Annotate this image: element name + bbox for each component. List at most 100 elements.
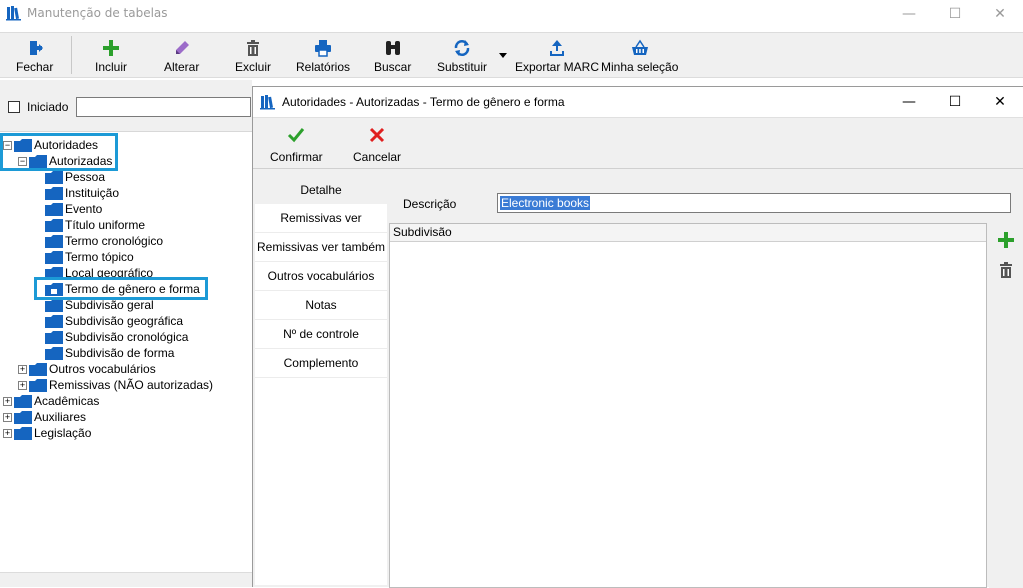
filter-input[interactable] <box>76 97 251 117</box>
trash-icon <box>247 40 259 56</box>
highlight-box-termo-genero <box>34 277 208 300</box>
tree-label: Subdivisão geográfica <box>65 314 184 328</box>
dialog-titlebar: Autoridades - Autorizadas - Termo de gên… <box>253 87 1023 117</box>
relatorios-button[interactable]: Relatórios <box>296 36 350 76</box>
expand-icon[interactable]: + <box>3 396 12 406</box>
category-tree: − Autoridades − Autorizadas Pessoa Insti… <box>0 133 252 587</box>
tree-node-titulo-uniforme[interactable]: Título uniforme <box>45 217 145 233</box>
minha-selecao-label: Minha seleção <box>601 60 679 74</box>
folder-icon <box>29 378 47 392</box>
folder-icon <box>14 426 32 440</box>
dialog-title: Autoridades - Autorizadas - Termo de gên… <box>282 95 565 109</box>
tree-label: Evento <box>65 202 103 216</box>
buscar-button[interactable]: Buscar <box>374 36 411 76</box>
tab-detalhe[interactable]: Detalhe <box>255 175 387 204</box>
incluir-button[interactable]: Incluir <box>95 36 127 76</box>
folder-icon <box>45 170 63 184</box>
filter-bar: Iniciado <box>0 80 252 132</box>
tab-complemento[interactable]: Complemento <box>255 349 387 378</box>
tree-label: Legislação <box>34 426 92 440</box>
tree-horizontal-scrollbar[interactable] <box>0 572 252 587</box>
expand-icon[interactable]: + <box>3 428 12 438</box>
tree-node-subdivisao-forma[interactable]: Subdivisão de forma <box>45 345 174 361</box>
minha-selecao-button[interactable]: Minha seleção <box>601 36 678 76</box>
books-icon <box>6 6 21 21</box>
tree-node-termo-cronologico[interactable]: Termo cronológico <box>45 233 163 249</box>
close-button[interactable]: ✕ <box>977 0 1023 28</box>
descricao-value: Electronic books <box>500 196 591 210</box>
tree-node-termo-topico[interactable]: Termo tópico <box>45 249 134 265</box>
tree-node-remissivas[interactable]: + Remissivas (NÃO autorizadas) <box>18 377 213 393</box>
folder-icon <box>45 186 63 200</box>
folder-icon <box>45 346 63 360</box>
tree-node-academicas[interactable]: + Acadêmicas <box>3 393 99 409</box>
confirmar-button[interactable]: Confirmar <box>270 126 323 164</box>
dialog-toolbar: Confirmar Cancelar <box>253 117 1023 169</box>
grid-actions <box>989 223 1023 588</box>
fechar-label: Fechar <box>16 60 54 74</box>
checkmark-icon <box>288 128 305 143</box>
tree-node-subdivisao-geografica[interactable]: Subdivisão geográfica <box>45 313 183 329</box>
folder-icon <box>45 330 63 344</box>
folder-icon <box>29 362 47 376</box>
tree-label: Remissivas (NÃO autorizadas) <box>49 378 214 392</box>
dialog-minimize-button[interactable]: — <box>886 87 932 117</box>
maximize-button[interactable]: ☐ <box>932 0 978 28</box>
tree-node-outros-vocabularios[interactable]: + Outros vocabulários <box>18 361 156 377</box>
upload-icon <box>550 40 565 56</box>
folder-icon <box>45 250 63 264</box>
expand-icon[interactable]: + <box>18 364 27 374</box>
dialog-maximize-button[interactable]: ☐ <box>932 87 978 117</box>
trash-icon[interactable] <box>997 261 1015 279</box>
incluir-label: Incluir <box>95 60 128 74</box>
tree-node-legislacao[interactable]: + Legislação <box>3 425 91 441</box>
tree-label: Subdivisão cronológica <box>65 330 189 344</box>
tree-node-pessoa[interactable]: Pessoa <box>45 169 105 185</box>
folder-icon <box>14 410 32 424</box>
cancelar-label: Cancelar <box>353 150 402 164</box>
tree-label: Instituição <box>65 186 120 200</box>
dialog-side-tabs: Detalhe Remissivas ver Remissivas ver ta… <box>255 175 387 585</box>
tab-outros-vocabularios[interactable]: Outros vocabulários <box>255 262 387 291</box>
alterar-button[interactable]: Alterar <box>164 36 199 76</box>
tree-node-subdivisao-cronologica[interactable]: Subdivisão cronológica <box>45 329 188 345</box>
tab-remissivas-ver-tambem[interactable]: Remissivas ver também <box>255 233 387 262</box>
plus-icon <box>103 40 119 56</box>
iniciado-label: Iniciado <box>27 100 69 114</box>
folder-icon <box>14 394 32 408</box>
folder-icon <box>45 298 63 312</box>
excluir-button[interactable]: Excluir <box>235 36 271 76</box>
tab-remissivas-ver[interactable]: Remissivas ver <box>255 204 387 233</box>
excluir-label: Excluir <box>235 60 272 74</box>
fechar-button[interactable]: Fechar <box>16 36 53 76</box>
descricao-input[interactable]: Electronic books <box>497 193 1011 213</box>
dialog-close-button[interactable]: ✕ <box>977 87 1023 117</box>
grid-header-subdivisao[interactable]: Subdivisão <box>390 224 986 242</box>
subdivisao-grid[interactable]: Subdivisão <box>389 223 987 588</box>
buscar-label: Buscar <box>374 60 412 74</box>
minimize-button[interactable]: — <box>886 0 932 28</box>
window-title: Manutenção de tabelas <box>27 6 168 20</box>
binoculars-icon <box>385 41 400 55</box>
tree-node-auxiliares[interactable]: + Auxiliares <box>3 409 86 425</box>
exportar-marc-button[interactable]: Exportar MARC <box>515 36 599 76</box>
plus-icon[interactable] <box>997 231 1015 249</box>
printer-icon <box>315 40 332 57</box>
confirmar-label: Confirmar <box>270 150 323 164</box>
substituir-button[interactable]: Substituir <box>437 36 487 76</box>
tree-node-evento[interactable]: Evento <box>45 201 102 217</box>
tab-numero-controle[interactable]: Nº de controle <box>255 320 387 349</box>
expand-icon[interactable]: + <box>18 380 27 390</box>
edit-dialog: Autoridades - Autorizadas - Termo de gên… <box>252 86 1023 588</box>
folder-icon <box>45 218 63 232</box>
pencil-icon <box>175 41 189 54</box>
substituir-dropdown-icon[interactable] <box>499 53 507 58</box>
folder-icon <box>45 314 63 328</box>
expand-icon[interactable]: + <box>3 412 12 422</box>
tab-notas[interactable]: Notas <box>255 291 387 320</box>
iniciado-checkbox[interactable] <box>8 101 20 113</box>
tree-node-instituicao[interactable]: Instituição <box>45 185 119 201</box>
cancelar-button[interactable]: Cancelar <box>353 126 401 164</box>
substituir-label: Substituir <box>437 60 488 74</box>
tree-label: Subdivisão de forma <box>65 346 175 360</box>
